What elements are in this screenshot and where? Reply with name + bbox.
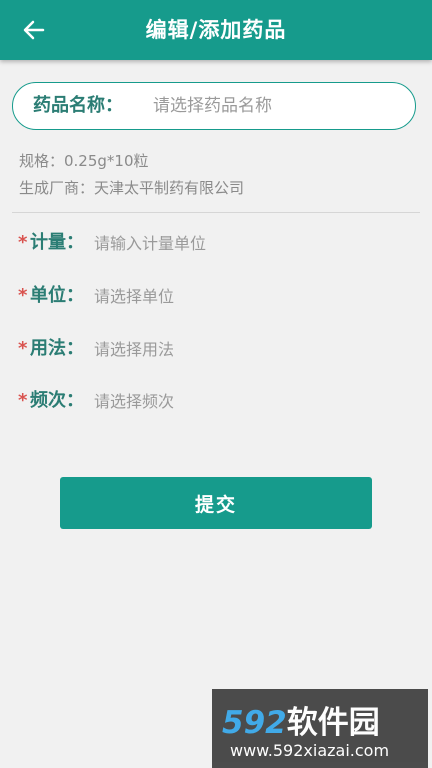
required-marker: *	[18, 285, 28, 306]
required-marker: *	[18, 390, 28, 411]
dosage-input[interactable]	[94, 228, 394, 258]
submit-button[interactable]: 提交	[60, 477, 372, 529]
frequency-row: * 频次：	[18, 386, 418, 416]
usage-row: * 用法：	[18, 334, 418, 364]
required-marker: *	[18, 232, 28, 253]
unit-row: * 单位：	[18, 281, 418, 311]
frequency-label: 频次：	[30, 390, 84, 411]
unit-select[interactable]	[94, 281, 394, 311]
usage-label: 用法：	[30, 338, 84, 359]
unit-label: 单位：	[30, 285, 84, 306]
frequency-select[interactable]	[94, 386, 394, 416]
dosage-label: 计量：	[30, 232, 84, 253]
watermark-text: 软件园	[286, 705, 380, 741]
spec-text: 规格：0.25g*10粒	[19, 152, 149, 170]
watermark-number: 592	[222, 705, 287, 741]
dosage-row: * 计量：	[18, 228, 418, 258]
watermark-brand: 592软件园	[222, 697, 380, 742]
drug-name-input[interactable]	[153, 91, 403, 121]
required-marker: *	[18, 338, 28, 359]
drug-name-field[interactable]: 药品名称：	[12, 82, 416, 130]
divider	[12, 212, 420, 213]
watermark-url: www.592xiazai.com	[230, 741, 390, 760]
watermark-logo: 592软件园 www.592xiazai.com	[212, 689, 428, 768]
manufacturer-text: 生成厂商：天津太平制药有限公司	[19, 179, 245, 197]
drug-name-label: 药品名称：	[33, 95, 123, 116]
app-header: 编辑/添加药品	[0, 0, 432, 60]
page-title: 编辑/添加药品	[145, 18, 287, 42]
usage-select[interactable]	[94, 334, 394, 364]
